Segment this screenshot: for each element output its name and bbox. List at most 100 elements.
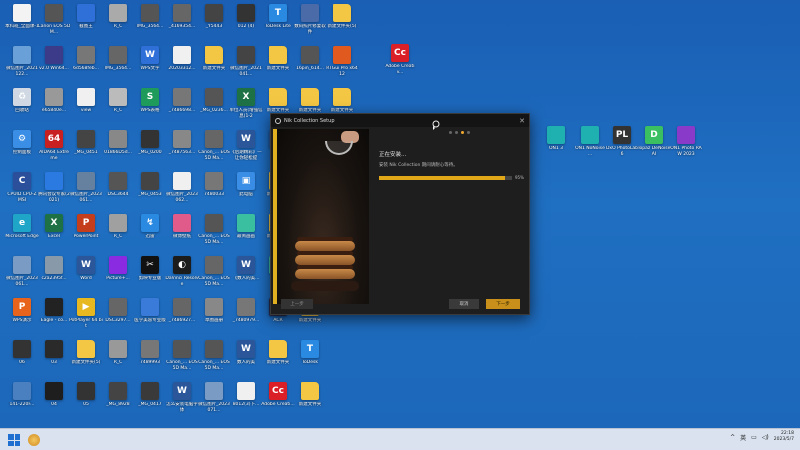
desktop-icon[interactable]: ▶ PotPlayer 64 bit	[69, 298, 103, 336]
desktop-icon[interactable]: X Excel	[38, 214, 70, 252]
desktop-icon[interactable]: IMG_3564...	[134, 4, 166, 42]
desktop-icon[interactable]: 最简画画	[230, 214, 262, 252]
desktop-icon[interactable]: R_C	[102, 88, 134, 126]
desktop-icon[interactable]: 03	[38, 340, 70, 378]
desktop-icon[interactable]: ON1 Photo RAW 2023	[670, 126, 702, 164]
desktop-icon[interactable]: PL DxO PhotoLab 6	[606, 126, 638, 164]
desktop-icon[interactable]: 01866D5d...	[102, 130, 134, 168]
desktop-icon[interactable]: RTGui Pro x64 12	[326, 46, 358, 84]
desktop-icon[interactable]: W 《数人的美...	[230, 256, 262, 294]
back-button[interactable]: 上一步	[281, 299, 313, 309]
desktop-icon[interactable]: 06	[6, 340, 38, 378]
desktop-icon[interactable]: ▣ 此电脑	[230, 172, 262, 210]
desktop-icon[interactable]: P WPS演示	[6, 298, 38, 336]
desktop-icon[interactable]: P PowerPoint	[70, 214, 102, 252]
desktop-icon[interactable]: 微信图片_2023061...	[6, 256, 38, 294]
desktop-icon[interactable]: Cc Adobe Creati...	[261, 382, 295, 420]
next-button[interactable]: 下一步	[486, 299, 520, 309]
desktop-icon[interactable]: W 《后期精彩》—让你轻松提	[230, 130, 262, 168]
close-icon[interactable]: ✕	[515, 114, 529, 127]
desktop-icon[interactable]: Canon_... EOS 5D Ma...	[198, 256, 230, 294]
desktop-icon[interactable]: ON1 3	[540, 126, 572, 164]
chevron-up-icon[interactable]: ^	[730, 434, 735, 441]
desktop-icon[interactable]: ↯ 迅雷	[134, 214, 166, 252]
desktop-icon[interactable]: 8012(3)下...	[230, 382, 262, 420]
input-method-indicator[interactable]: 英	[740, 433, 746, 442]
desktop-icon[interactable]: 草图画册	[198, 298, 230, 336]
desktop-icon[interactable]: C CPUID CPU-Z MSI	[6, 172, 38, 210]
desktop-icon[interactable]: 新建文件夹	[294, 382, 326, 420]
desktop-icon[interactable]: DSC3297...	[102, 298, 134, 336]
desktop-icon[interactable]: _7487563...	[166, 130, 198, 168]
desktop-icon[interactable]: 本科班_全面课-1	[5, 4, 39, 42]
desktop-icon[interactable]: X 单位人员(增强信息)1-2	[229, 88, 263, 126]
desktop-icon[interactable]: e65840e...	[38, 88, 70, 126]
taskbar-app-icon[interactable]	[28, 434, 40, 446]
desktop-icon[interactable]: e Microsoft Edge	[5, 214, 39, 252]
cancel-button[interactable]: 取消	[449, 299, 479, 309]
desktop-icon[interactable]: ◐ DaVinci Resolve	[165, 256, 199, 294]
desktop-icon[interactable]: ♻ 回收站	[6, 88, 38, 126]
desktop-icon[interactable]: 012 (4)	[230, 4, 262, 42]
desktop-icon[interactable]: Canon_... EOS 5D Ma...	[198, 340, 230, 378]
desktop-icon[interactable]: c2a2395f...	[38, 256, 70, 294]
clock[interactable]: 22:18 2023/5/7	[774, 431, 794, 443]
desktop-icon[interactable]: 截图王	[70, 4, 102, 42]
desktop-icon[interactable]: view	[70, 88, 102, 126]
desktop-icon[interactable]: 7480033	[198, 172, 230, 210]
desktop-icon[interactable]: Cc Adobe Creativ...	[384, 44, 416, 82]
desktop-icon[interactable]: _7486927...	[166, 298, 198, 336]
desktop-icon[interactable]: _7486698...	[166, 88, 198, 126]
desktop-icon[interactable]: ✂ 剪映专业版	[134, 256, 166, 294]
desktop-icon[interactable]: W Word	[70, 256, 102, 294]
desktop-icon[interactable]: 04	[38, 382, 70, 420]
desktop-icon[interactable]: T ToDesk Lite	[262, 4, 294, 42]
desktop-icon[interactable]: R_C	[102, 340, 134, 378]
desktop-icon[interactable]: 新建文件夹	[198, 46, 230, 84]
volume-icon[interactable]: ◁)	[762, 434, 769, 441]
desktop-icon[interactable]: 新建文件夹(5)	[70, 340, 102, 378]
desktop-icon[interactable]: 16pin_614...	[294, 46, 326, 84]
desktop-icon[interactable]: 20203312...	[166, 46, 198, 84]
desktop-icon[interactable]: 7489993	[134, 340, 166, 378]
desktop-icon[interactable]: 新建文件夹	[262, 46, 294, 84]
desktop-icon[interactable]: _Y5443	[198, 4, 230, 42]
desktop-icon[interactable]: Eagle - co...	[38, 298, 70, 336]
desktop-icon[interactable]: R_C	[102, 214, 134, 252]
desktop-icon[interactable]: 微信图片_2021122...	[6, 46, 38, 84]
desktop-icon[interactable]: 医学美容专业版	[134, 298, 166, 336]
desktop-icon[interactable]: 141-220F...	[6, 382, 38, 420]
desktop-icon[interactable]: 数码照片修复软件	[294, 4, 326, 42]
desktop-icon[interactable]: ON1 NoNoise ...	[574, 126, 606, 164]
desktop-icon[interactable]: 新建文件夹	[262, 340, 294, 378]
desktop-icon[interactable]: 微信图片_2023061...	[70, 172, 102, 210]
desktop-icon[interactable]: 64 AIDA64 Extreme	[38, 130, 70, 168]
desktop-icon[interactable]: S WPS表格	[134, 88, 166, 126]
desktop-icon[interactable]: Picture+...	[102, 256, 134, 294]
desktop-icon[interactable]: v2.0 Win64...	[38, 46, 70, 84]
start-button[interactable]	[8, 434, 20, 446]
desktop-icon[interactable]: ⚙ 控制面板	[6, 130, 38, 168]
desktop-icon[interactable]: W 数人的美	[230, 340, 262, 378]
desktop-icon[interactable]: 6d568feb...	[70, 46, 102, 84]
desktop-icon[interactable]: IMG_3564...	[102, 46, 134, 84]
network-icon[interactable]: ▭	[751, 434, 757, 441]
desktop-icon[interactable]: _MG_0200	[134, 130, 166, 168]
desktop-icon[interactable]: Canon_... EOS 5D Ma...	[198, 214, 230, 252]
desktop-icon[interactable]: Canon_... EOS 5D Ma...	[198, 130, 230, 168]
desktop-icon[interactable]: 微信图片_2023071...	[198, 382, 230, 420]
desktop-icon[interactable]: _MG_0417	[134, 382, 166, 420]
desktop-icon[interactable]: DSC3644	[102, 172, 134, 210]
desktop-icon[interactable]: 腾讯会议专家(2021)	[38, 172, 70, 210]
desktop-icon[interactable]: Canon EOS 5D M...	[38, 4, 70, 42]
desktop-icon[interactable]: W 怎么安装电脑字体	[166, 382, 198, 420]
desktop-icon[interactable]: 微博壁纸	[166, 214, 198, 252]
desktop-icon[interactable]: 新建文件夹(5)	[326, 4, 358, 42]
desktop-icon[interactable]: 05	[70, 382, 102, 420]
desktop-icon[interactable]: _MG_8928	[102, 382, 134, 420]
desktop-icon[interactable]: _MG_0453	[134, 172, 166, 210]
desktop-icon[interactable]: _MG_0451	[70, 130, 102, 168]
desktop-icon[interactable]: 微信图片_2023062...	[166, 172, 198, 210]
desktop-icon[interactable]: 微信图片_2021041...	[230, 46, 262, 84]
desktop-icon[interactable]: Canon_... EOS 5D Ma...	[166, 340, 198, 378]
